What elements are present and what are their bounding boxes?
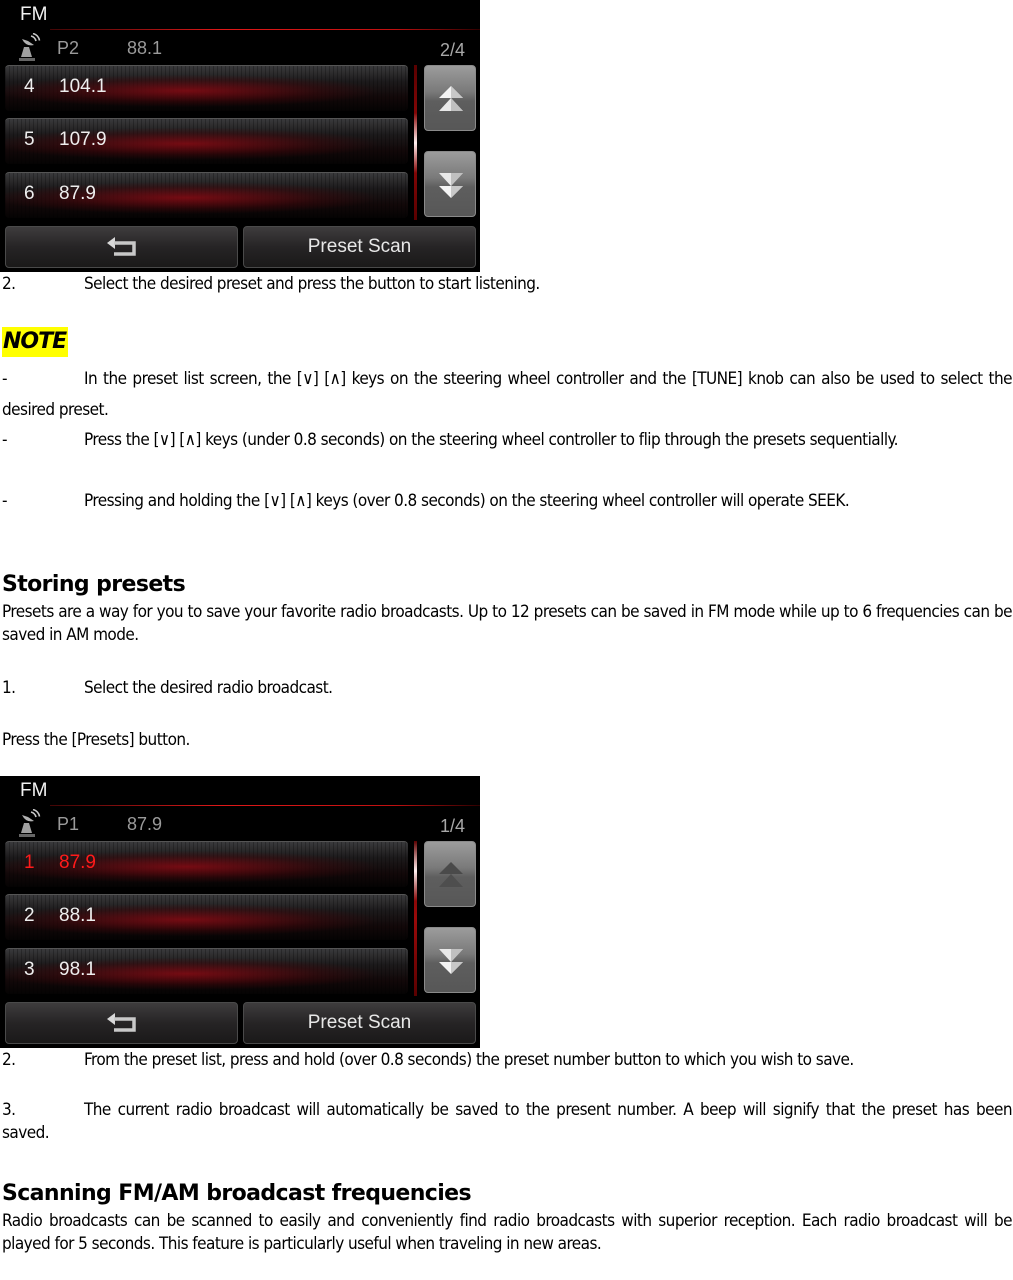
page-indicator: 2/4: [439, 40, 465, 60]
step-marker: 3.: [2, 1100, 16, 1120]
note-item-text: In the preset list screen, the [∨] [∧] k…: [2, 369, 1013, 420]
page-up-button[interactable]: [424, 65, 476, 131]
preset-button[interactable]: 5 107.9: [5, 118, 408, 164]
preset-button[interactable]: 6 87.9: [5, 172, 408, 218]
step-text: From the preset list, press and hold (ov…: [84, 1050, 854, 1070]
step-text: Select the desired radio broadcast.: [84, 678, 333, 698]
scrollbar[interactable]: [414, 841, 417, 996]
step-text: Select the desired preset and press the …: [84, 274, 540, 294]
note-item-text: Press the [∨] [∧] keys (under 0.8 second…: [84, 430, 898, 450]
preset-frequency: 87.9: [59, 852, 96, 873]
storing-press-presets: Press the [Presets] button.: [2, 730, 190, 750]
page-down-button[interactable]: [424, 927, 476, 993]
note-item-text: Pressing and holding the [∨] [∧] keys (o…: [84, 491, 850, 511]
header-divider: [50, 805, 480, 806]
scrollbar-thumb[interactable]: [414, 113, 417, 173]
radio-preset-screen-1: FM P2 88.1 2/4 4 104.1 5 107.9 6 87.9 Pr…: [0, 0, 480, 272]
preset-button[interactable]: 4 104.1: [5, 65, 408, 111]
preset-frequency: 87.9: [59, 183, 96, 204]
current-frequency: 88.1: [127, 38, 163, 58]
band-label: FM: [20, 4, 48, 25]
note-item: - Press the [∨] [∧] keys (under 0.8 secon…: [2, 425, 1012, 456]
storing-step-3: 3. The current radio broadcast will autom…: [2, 1099, 1013, 1145]
storing-step-1: 1. Select the desired radio broadcast.: [2, 676, 1012, 701]
antenna-icon: [19, 809, 41, 837]
scanning-description: Radio broadcasts can be scanned to easil…: [2, 1211, 1013, 1254]
current-frequency: 87.9: [127, 814, 163, 834]
back-arrow-icon: [107, 237, 136, 256]
preset-number: 4: [24, 76, 35, 97]
step-marker: 2.: [2, 1050, 16, 1070]
double-chevron-up-icon: [439, 86, 463, 111]
preset-frequency: 88.1: [59, 905, 96, 926]
radio-preset-screen-2: FM P1 87.9 1/4 1 87.9 2 88.1 3 98.1 Pres…: [0, 776, 480, 1048]
preset-button[interactable]: 3 98.1: [5, 948, 408, 994]
preset-button[interactable]: 2 88.1: [5, 894, 408, 940]
preset-scan-button[interactable]: Preset Scan: [243, 226, 476, 268]
antenna-icon: [19, 33, 41, 61]
back-button[interactable]: [5, 1002, 238, 1044]
preset-button-active[interactable]: 1 87.9: [5, 841, 408, 887]
bullet-marker: -: [2, 430, 8, 450]
preset-number: 6: [24, 183, 35, 204]
preset-scan-button[interactable]: Preset Scan: [243, 1002, 476, 1044]
section-heading-storing-presets: Storing presets: [2, 572, 186, 597]
back-arrow-icon: [107, 1013, 136, 1032]
preset-frequency: 104.1: [59, 76, 107, 97]
note-item: - Pressing and holding the [∨] [∧] keys (…: [2, 486, 1012, 517]
page-down-button[interactable]: [424, 151, 476, 217]
double-chevron-up-icon: [439, 862, 463, 887]
bullet-marker: -: [2, 491, 8, 511]
header-divider: [50, 29, 480, 30]
double-chevron-down-icon: [439, 949, 463, 974]
double-chevron-down-icon: [439, 173, 463, 198]
step-text: The current radio broadcast will automat…: [2, 1100, 1013, 1143]
preset-number: 5: [24, 129, 35, 150]
back-button[interactable]: [5, 226, 238, 268]
note-item: - In the preset list screen, the [∨] [∧] …: [2, 364, 1013, 426]
note-label: NOTE: [2, 327, 69, 357]
preset-number: 2: [24, 905, 35, 926]
bullet-marker: -: [2, 369, 8, 389]
preset-number: 3: [24, 959, 35, 980]
step-marker: 1.: [2, 678, 16, 698]
storing-intro: Presets are a way for you to save your f…: [2, 602, 1013, 645]
scrollbar[interactable]: [414, 65, 417, 220]
preset-number: 1: [24, 852, 35, 873]
current-preset: P1: [57, 814, 80, 834]
step-marker: 2.: [2, 274, 16, 294]
current-preset: P2: [57, 38, 80, 58]
scrollbar-thumb[interactable]: [414, 841, 417, 901]
page-up-button-disabled: [424, 841, 476, 907]
band-label: FM: [20, 780, 48, 801]
preset-frequency: 107.9: [59, 129, 107, 150]
section-heading-scanning: Scanning FM/AM broadcast frequencies: [2, 1181, 472, 1206]
preset-frequency: 98.1: [59, 959, 96, 980]
step-2-select-preset: 2. Select the desired preset and press th…: [2, 272, 1012, 297]
page-indicator: 1/4: [439, 816, 465, 836]
storing-step-2: 2. From the preset list, press and hold (…: [2, 1049, 1012, 1072]
